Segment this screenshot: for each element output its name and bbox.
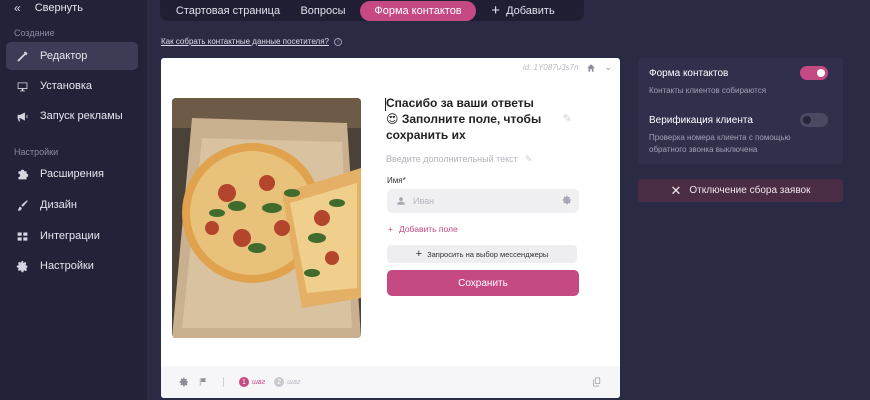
save-button[interactable]: Сохранить <box>387 270 579 296</box>
name-placeholder: Иван <box>413 196 435 206</box>
step-1[interactable]: 1 шаг <box>239 377 265 387</box>
help-link[interactable]: Как собрать контактные данные посетителя… <box>161 37 342 46</box>
request-messengers-label: Запросить на выбор мессенджеры <box>427 249 549 259</box>
plus-icon: + <box>491 2 501 19</box>
preview-footer: 1 шаг 2 шаг <box>161 366 620 398</box>
step-number: 2 <box>274 377 285 387</box>
preview-id: id: 1Y087u3s7n <box>522 63 579 72</box>
contact-form-toggle[interactable] <box>800 66 828 80</box>
sidebar-item-label: Расширения <box>40 168 104 180</box>
megaphone-icon <box>16 110 29 123</box>
plus-icon: + <box>388 224 393 234</box>
tab-contact-form[interactable]: Форма контактов <box>360 0 476 21</box>
contact-form-title: Форма контактов <box>649 68 729 79</box>
disable-collection-label: Отключение сбора заявок <box>689 185 811 196</box>
add-field-label: Добавить поле <box>398 224 458 234</box>
verification-toggle[interactable] <box>800 113 828 127</box>
preview-topbar: id: 1Y087u3s7n ⌄ <box>523 62 612 73</box>
pencil-icon <box>16 50 29 63</box>
flag-icon[interactable] <box>198 377 208 387</box>
sidebar-item-label: Интеграции <box>40 230 100 242</box>
sidebar-item-install[interactable]: Установка <box>6 72 138 100</box>
sidebar-item-extensions[interactable]: Расширения <box>6 160 138 188</box>
disable-collection-button[interactable]: ✕ Отключение сбора заявок <box>638 179 843 202</box>
install-icon <box>16 80 29 93</box>
pencil-icon: ✎ <box>524 154 533 164</box>
home-icon[interactable] <box>586 63 596 73</box>
close-icon: ✕ <box>670 183 682 198</box>
copy-icon[interactable] <box>592 377 602 387</box>
toggle-knob <box>817 69 825 77</box>
subtext-placeholder: Введите дополнительный текст <box>386 154 518 164</box>
name-input[interactable]: Иван <box>387 189 579 213</box>
tab-start-page[interactable]: Стартовая страница <box>170 1 286 21</box>
gear-icon[interactable] <box>562 195 572 205</box>
sidebar-item-editor[interactable]: Редактор <box>6 42 138 70</box>
brush-icon <box>16 199 29 212</box>
verification-title: Верификация клиента <box>649 115 753 126</box>
request-messengers-button[interactable]: + Запросить на выбор мессенджеры <box>387 245 577 263</box>
puzzle-icon <box>16 168 29 181</box>
integrations-icon <box>16 230 29 243</box>
sidebar-item-integrations[interactable]: Интеграции <box>6 222 138 250</box>
tab-questions[interactable]: Вопросы <box>286 1 360 21</box>
sidebar: « Свернуть Создание Редактор Установка З… <box>0 0 147 400</box>
collapse-label: Свернуть <box>34 2 83 14</box>
sidebar-item-label: Дизайн <box>40 199 77 211</box>
verification-desc: Проверка номера клиента с помощью обратн… <box>649 133 791 154</box>
help-link-text: Как собрать контактные данные посетителя… <box>161 37 329 46</box>
form-title[interactable]: Спасибо за ваши ответы 😍 Заполните поле,… <box>386 95 572 143</box>
user-icon <box>397 197 405 205</box>
gear-icon <box>16 260 29 273</box>
collapse-button[interactable]: « Свернуть <box>14 0 83 16</box>
toggle-knob <box>803 116 811 124</box>
sidebar-item-label: Настройки <box>40 260 94 272</box>
form-preview: id: 1Y087u3s7n ⌄ Спасибо за ваши ответы … <box>161 58 620 398</box>
chevron-down-icon[interactable]: ⌄ <box>604 62 612 73</box>
form-title-text: Спасибо за ваши ответы 😍 Заполните поле,… <box>386 96 542 142</box>
section-label-create: Создание <box>14 28 55 38</box>
contact-form-desc: Контакты клиентов собираются <box>649 86 767 95</box>
sidebar-item-ads[interactable]: Запуск рекламы <box>6 102 138 130</box>
footer-divider <box>223 377 224 387</box>
add-tab-label: Добавить <box>506 4 555 17</box>
double-chevron-left-icon: « <box>14 1 21 15</box>
step-number: 1 <box>239 377 249 387</box>
add-field-button[interactable]: + Добавить поле <box>388 224 458 234</box>
sidebar-item-label: Редактор <box>40 50 88 62</box>
step-2[interactable]: 2 шаг <box>274 377 300 387</box>
gear-icon[interactable] <box>179 377 189 387</box>
section-label-settings: Настройки <box>14 147 59 157</box>
sidebar-item-label: Запуск рекламы <box>40 110 123 122</box>
step-label: шаг <box>252 378 266 386</box>
editor-tabs: Стартовая страница Вопросы Форма контакт… <box>160 0 584 21</box>
sidebar-item-settings[interactable]: Настройки <box>6 252 138 280</box>
sidebar-item-design[interactable]: Дизайн <box>6 191 138 219</box>
pizza-image <box>172 98 361 338</box>
add-tab-button[interactable]: + Добавить <box>476 1 570 21</box>
info-icon: i <box>333 37 342 46</box>
sidebar-item-label: Установка <box>40 80 92 92</box>
contact-settings-panel: Форма контактов Контакты клиентов собира… <box>638 58 843 164</box>
step-label: шаг <box>287 378 301 386</box>
plus-icon: + <box>415 247 423 260</box>
pencil-icon[interactable]: ✎ <box>563 111 572 127</box>
name-field-label: Имя* <box>387 176 406 185</box>
subtext-field[interactable]: Введите дополнительный текст ✎ <box>386 154 532 165</box>
